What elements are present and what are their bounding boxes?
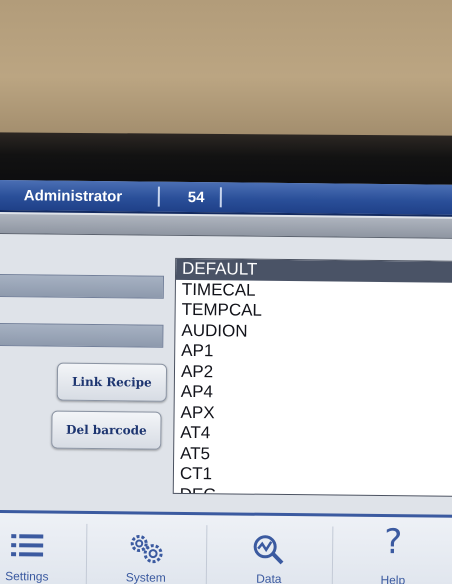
graph-magnifier-icon — [249, 534, 289, 571]
background-wall — [0, 0, 452, 140]
user-name: Administrator — [23, 187, 123, 206]
nav-divider — [331, 526, 334, 584]
del-barcode-button[interactable]: Del barcode — [51, 410, 162, 450]
header-separator — [219, 187, 222, 208]
header-number: 54 — [187, 188, 205, 207]
bottom-nav: Settings System Data ? Help — [0, 509, 452, 584]
list-item[interactable]: DEG — [174, 484, 452, 496]
nav-settings-label: Settings — [5, 569, 49, 584]
device-screen: Administrator 54 Link Recipe Del barcode… — [0, 180, 452, 584]
question-icon: ? — [383, 522, 403, 563]
header-separator — [157, 186, 160, 207]
link-recipe-label: Link Recipe — [71, 374, 152, 390]
nav-settings[interactable]: Settings — [0, 513, 83, 584]
list-item[interactable]: AUDION — [175, 320, 452, 344]
device-bezel — [0, 132, 452, 186]
gears-icon — [126, 532, 166, 569]
nav-help-label: Help — [380, 573, 406, 584]
nav-data-label: Data — [256, 571, 282, 584]
nav-divider — [85, 523, 88, 584]
recipe-field[interactable] — [0, 273, 165, 299]
del-barcode-label: Del barcode — [66, 422, 147, 438]
barcode-field[interactable] — [0, 322, 164, 348]
link-recipe-button[interactable]: Link Recipe — [56, 362, 168, 402]
recipe-listbox[interactable]: DEFAULT TIMECAL TEMPCAL AUDION AP1 AP2 A… — [172, 257, 452, 497]
list-item[interactable]: TEMPCAL — [176, 300, 452, 324]
list-icon — [9, 531, 45, 564]
nav-system-label: System — [125, 570, 166, 584]
nav-data[interactable]: Data — [214, 515, 325, 584]
nav-help[interactable]: ? Help — [338, 517, 449, 584]
subheader-bar — [0, 213, 452, 239]
header-bar: Administrator 54 — [0, 180, 452, 217]
nav-divider — [205, 525, 208, 584]
nav-system[interactable]: System — [91, 514, 202, 584]
list-item[interactable]: DEFAULT — [175, 258, 452, 283]
